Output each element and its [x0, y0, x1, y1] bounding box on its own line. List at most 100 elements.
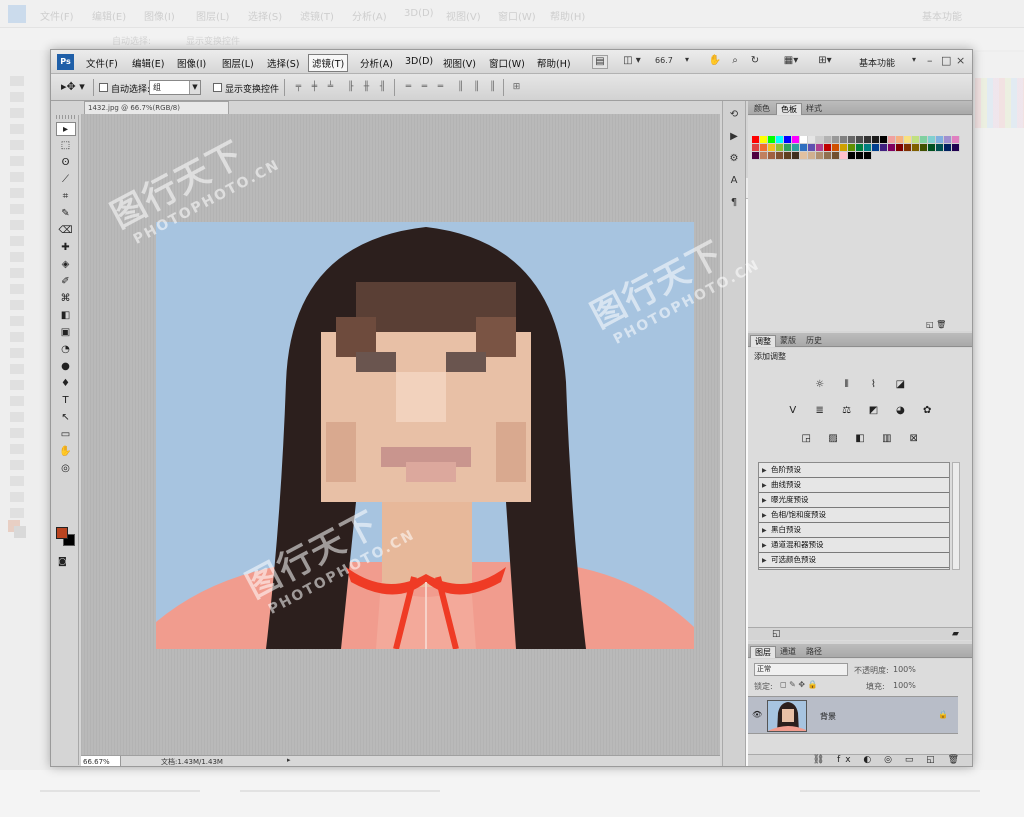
- color-swatch[interactable]: [832, 152, 840, 160]
- arrange-documents-icon[interactable]: ◫ ▾: [618, 55, 646, 69]
- color-swatch[interactable]: [808, 136, 816, 144]
- align-hcenter-icon[interactable]: ╫: [360, 82, 373, 92]
- tab-masks[interactable]: 蒙版: [776, 335, 800, 347]
- color-swatch[interactable]: [800, 136, 808, 144]
- color-swatch[interactable]: [784, 144, 792, 152]
- menu-view[interactable]: 视图(V): [441, 56, 478, 70]
- hand-tool-icon[interactable]: ✋: [56, 445, 76, 459]
- tab-paths[interactable]: 路径: [802, 646, 826, 658]
- color-swatch[interactable]: [920, 144, 928, 152]
- menu-filter[interactable]: 滤镜(T): [308, 54, 349, 72]
- color-swatch[interactable]: [784, 152, 792, 160]
- document-photo[interactable]: [156, 222, 694, 649]
- close-button[interactable]: ×: [956, 54, 965, 67]
- menu-analysis[interactable]: 分析(A): [358, 56, 395, 70]
- color-swatch[interactable]: [808, 152, 816, 160]
- color-swatch[interactable]: [760, 136, 768, 144]
- anchor-tool-icon[interactable]: ♦: [56, 377, 76, 391]
- align-right-icon[interactable]: ╢: [376, 82, 389, 92]
- fill-value[interactable]: 100%: [893, 681, 916, 690]
- color-swatch[interactable]: [856, 152, 864, 160]
- color-swatch[interactable]: [864, 144, 872, 152]
- color-swatch[interactable]: [768, 144, 776, 152]
- swatch-grid[interactable]: [752, 136, 960, 188]
- color-swatch[interactable]: [928, 136, 936, 144]
- preset-item[interactable]: ▶ 可选颜色预设: [759, 553, 949, 568]
- color-swatch[interactable]: [856, 144, 864, 152]
- color-swatch[interactable]: [784, 136, 792, 144]
- align-vcenter-icon[interactable]: ╪: [308, 82, 321, 92]
- color-swatch[interactable]: [776, 152, 784, 160]
- preset-item[interactable]: ▶ 曝光度预设: [759, 493, 949, 508]
- levels-icon[interactable]: ⫴: [839, 378, 855, 392]
- extras-icon[interactable]: ▦▾: [779, 55, 803, 69]
- color-swatch[interactable]: [808, 144, 816, 152]
- color-swatch[interactable]: [760, 144, 768, 152]
- distribute-top-icon[interactable]: ═: [402, 82, 415, 92]
- maximize-button[interactable]: □: [941, 54, 951, 67]
- character-panel-icon[interactable]: A: [726, 175, 742, 189]
- opacity-value[interactable]: 100%: [893, 665, 916, 674]
- healing-brush-tool-icon[interactable]: ⌫: [56, 224, 76, 238]
- selective-color-icon[interactable]: ⊠: [906, 432, 922, 446]
- preset-item[interactable]: ▶ 通道混和器预设: [759, 538, 949, 553]
- document-tab[interactable]: 1432.jpg @ 66.7%(RGB/8): [84, 101, 229, 114]
- gradient-tool-icon[interactable]: ◧: [56, 309, 76, 323]
- zoom-field[interactable]: 66.7: [655, 56, 673, 65]
- exposure-icon[interactable]: ◪: [892, 378, 908, 392]
- zoom-tool-icon[interactable]: ◎: [56, 462, 76, 476]
- eraser-tool-icon[interactable]: ⌘: [56, 292, 76, 306]
- color-swatch[interactable]: [840, 136, 848, 144]
- black-white-icon[interactable]: ◩: [865, 404, 881, 418]
- actions-panel-icon[interactable]: ▶: [726, 131, 742, 145]
- show-transform-checkbox[interactable]: [213, 83, 222, 92]
- arrange-icon[interactable]: ⊞▾: [813, 55, 837, 69]
- color-swatch[interactable]: [880, 136, 888, 144]
- auto-align-icon[interactable]: ⊞: [510, 82, 523, 92]
- zoom-dropdown-icon[interactable]: ▾: [685, 55, 689, 69]
- color-swatch[interactable]: [896, 136, 904, 144]
- align-bottom-icon[interactable]: ╧: [324, 82, 337, 92]
- eye-icon[interactable]: 👁: [752, 710, 762, 719]
- canvas-area[interactable]: [81, 114, 750, 766]
- layer-actions-icons[interactable]: ⛓ fx ◐ ◎ ▭ ◱ 🗑: [813, 755, 964, 765]
- marquee-tool-icon[interactable]: ⬚: [56, 139, 76, 153]
- distribute-right-icon[interactable]: ║: [486, 82, 499, 92]
- color-swatch[interactable]: [792, 136, 800, 144]
- color-swatch[interactable]: [936, 136, 944, 144]
- layer-row[interactable]: 👁 背景 🔒: [748, 696, 958, 734]
- hue-saturation-icon[interactable]: ≣: [812, 404, 828, 418]
- distribute-left-icon[interactable]: ║: [454, 82, 467, 92]
- color-swatch[interactable]: [792, 144, 800, 152]
- blend-mode-select[interactable]: 正常: [754, 663, 848, 676]
- tab-adjustments[interactable]: 调整: [750, 335, 776, 347]
- menu-edit[interactable]: 编辑(E): [130, 56, 166, 70]
- color-swatch[interactable]: [880, 144, 888, 152]
- move-tool-icon[interactable]: ▸: [55, 122, 76, 136]
- color-swatch[interactable]: [768, 136, 776, 144]
- color-swatch[interactable]: [752, 136, 760, 144]
- hand-tool-icon[interactable]: ✋: [708, 55, 722, 69]
- preset-item[interactable]: ▶ 曲线预设: [759, 478, 949, 493]
- rotate-view-icon[interactable]: ↻: [748, 55, 762, 69]
- foreground-color-swatch[interactable]: [56, 527, 68, 539]
- crop-tool-icon[interactable]: ⌗: [56, 190, 76, 204]
- color-swatch[interactable]: [936, 144, 944, 152]
- color-swatch[interactable]: [952, 136, 960, 144]
- color-swatch[interactable]: [840, 144, 848, 152]
- menu-layer[interactable]: 图层(L): [220, 56, 256, 70]
- posterize-icon[interactable]: ▨: [825, 432, 841, 446]
- pen-tool-icon[interactable]: ●: [56, 360, 76, 374]
- color-swatch[interactable]: [848, 152, 856, 160]
- color-swatch[interactable]: [824, 152, 832, 160]
- color-swatch[interactable]: [952, 144, 960, 152]
- menu-file[interactable]: 文件(F): [84, 56, 120, 70]
- color-swatch[interactable]: [768, 152, 776, 160]
- color-swatch[interactable]: [776, 144, 784, 152]
- color-swatch[interactable]: [832, 144, 840, 152]
- dodge-tool-icon[interactable]: ◔: [56, 343, 76, 357]
- auto-select-dropdown[interactable]: 组 ▼: [149, 80, 201, 95]
- invert-icon[interactable]: ◲: [798, 432, 814, 446]
- tab-channels[interactable]: 通道: [776, 646, 800, 658]
- color-swatch[interactable]: [856, 136, 864, 144]
